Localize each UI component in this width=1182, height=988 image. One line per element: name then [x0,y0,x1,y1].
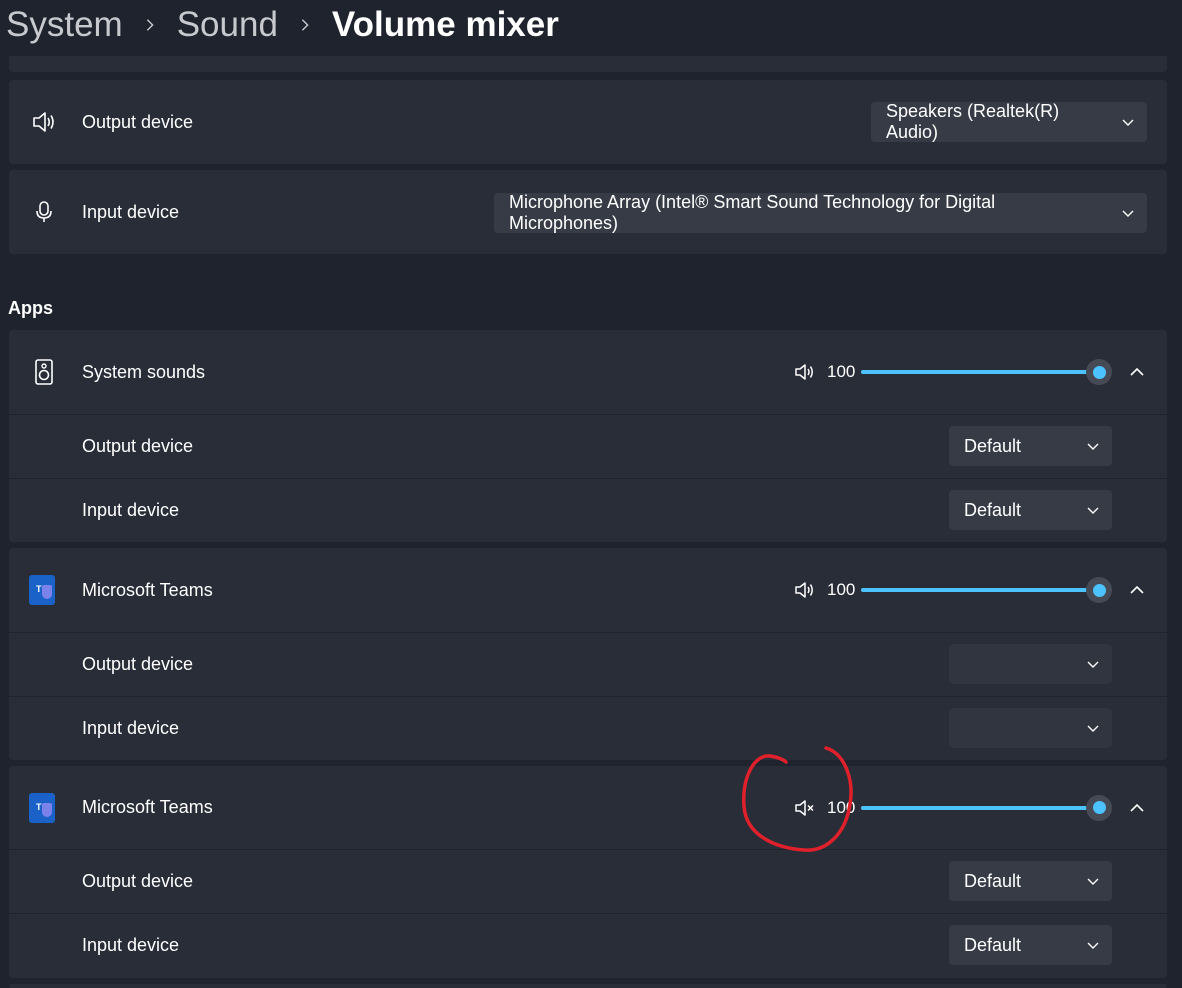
app-row-microsoft-teams: T Microsoft Teams 100 [9,766,1167,850]
scrolled-card-edge [9,56,1167,72]
chevron-up-icon[interactable] [1126,361,1148,383]
volume-muted-icon[interactable] [793,796,817,820]
output-device-label: Output device [82,111,194,132]
slider-thumb[interactable] [1086,577,1112,603]
output-device-label: Output device [82,654,194,674]
app-name: Microsoft Teams [82,579,213,600]
app-input-dropdown[interactable]: Default [949,925,1112,965]
app-input-dropdown[interactable]: Default [949,490,1112,530]
app-output-dropdown[interactable]: Default [949,426,1112,466]
chevron-down-icon [1105,206,1135,220]
page-title: Volume mixer [331,5,559,44]
dropdown-value: Default [964,499,1022,520]
chevron-down-icon [1070,721,1100,735]
app-row-microsoft-teams: T Microsoft Teams 100 [9,548,1167,633]
teams-icon: T [29,792,55,823]
chevron-down-icon [1070,657,1100,671]
input-device-label: Input device [82,718,180,738]
output-device-label: Output device [82,871,194,891]
chevron-down-icon [1070,938,1100,952]
app-name: System sounds [82,361,206,382]
breadcrumb: System Sound Volume mixer [6,0,559,50]
app-input-dropdown[interactable] [949,708,1112,748]
volume-value: 100 [827,580,856,599]
teams-icon: T [29,575,55,605]
chevron-down-icon [1070,503,1100,517]
volume-value: 100 [827,797,856,817]
app-row-system-sounds: System sounds 100 [9,330,1167,415]
dropdown-value: Default [964,870,1022,891]
speaker-icon [31,109,57,135]
app-card-microsoft-teams: T Microsoft Teams 100 Output device Inpu… [9,548,1167,760]
input-device-value: Microphone Array (Intel® Smart Sound Tec… [509,192,996,233]
volume-icon[interactable] [793,360,817,384]
app-output-dropdown[interactable] [949,644,1112,684]
app-card-system-sounds: System sounds 100 Output device Default … [9,330,1167,542]
input-device-label: Input device [82,201,180,222]
volume-slider[interactable] [861,577,1112,603]
volume-slider[interactable] [861,794,1112,821]
input-device-card: Input device Microphone Array (Intel® Sm… [9,170,1167,254]
app-output-row: Output device [9,633,1167,697]
app-input-row: Input device Default [9,479,1167,542]
chevron-down-icon [1070,874,1100,888]
input-device-dropdown[interactable]: Microphone Array (Intel® Smart Sound Tec… [494,192,1147,233]
app-name: Microsoft Teams [82,797,213,817]
microphone-icon [31,199,57,225]
input-device-label: Input device [82,500,180,520]
input-device-label: Input device [82,935,180,955]
app-output-row: Output device Default [9,850,1167,914]
app-input-row: Input device [9,697,1167,760]
output-device-label: Output device [82,436,194,456]
dropdown-value: Default [964,934,1022,955]
output-device-value: Speakers (Realtek(R) Audio) [886,101,1060,142]
app-output-dropdown[interactable]: Default [949,861,1112,901]
dropdown-value: Default [964,435,1022,456]
volume-slider[interactable] [861,359,1112,385]
chevron-up-icon[interactable] [1126,579,1148,601]
chevron-right-icon [123,18,177,32]
chevron-right-icon [278,18,332,32]
slider-thumb[interactable] [1086,359,1112,385]
app-card-microsoft-teams-2: T Microsoft Teams 100 Output device Defa… [9,766,1167,978]
output-device-dropdown[interactable]: Speakers (Realtek(R) Audio) [871,101,1147,142]
app-input-row: Input device Default [9,914,1167,977]
system-sounds-icon [31,359,57,385]
chevron-down-icon [1070,439,1100,453]
apps-section-title: Apps [8,298,53,318]
next-card-edge [9,984,1167,988]
breadcrumb-system[interactable]: System [6,5,123,45]
volume-value: 100 [827,362,856,381]
app-output-row: Output device Default [9,415,1167,479]
breadcrumb-sound[interactable]: Sound [177,5,278,45]
output-device-card: Output device Speakers (Realtek(R) Audio… [9,80,1167,164]
slider-thumb[interactable] [1086,794,1112,821]
chevron-down-icon [1105,115,1135,129]
chevron-up-icon[interactable] [1126,797,1148,819]
volume-icon[interactable] [793,578,817,602]
